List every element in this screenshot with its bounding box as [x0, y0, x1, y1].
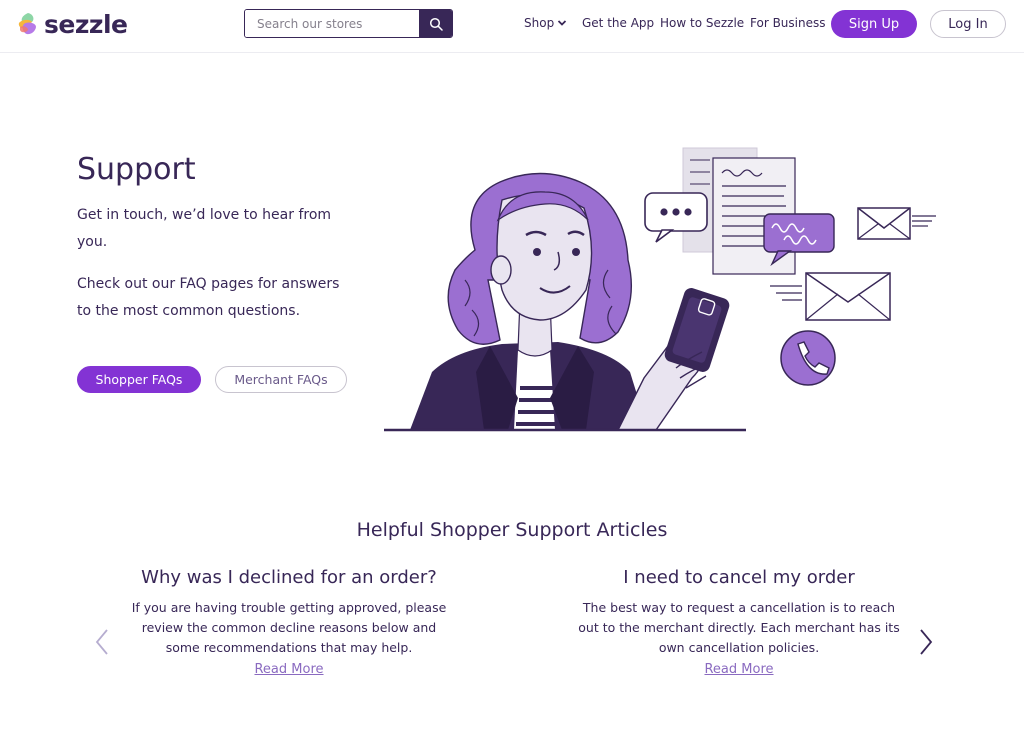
read-more-link[interactable]: Read More [254, 662, 323, 677]
page-title: Support [77, 152, 196, 187]
log-in-button[interactable]: Log In [930, 10, 1006, 38]
shopper-faqs-button[interactable]: Shopper FAQs [77, 366, 201, 393]
search-icon [429, 17, 443, 31]
merchant-faqs-button[interactable]: Merchant FAQs [215, 366, 347, 393]
phone-icon [780, 330, 836, 386]
article-title: Why was I declined for an order? [141, 567, 437, 588]
logo-mark-icon [18, 13, 36, 35]
nav-for-business[interactable]: For Business [750, 16, 825, 30]
read-more-link[interactable]: Read More [704, 662, 773, 677]
support-illustration [384, 147, 936, 432]
hero-intro-text: Get in touch, we’d love to hear from you… [77, 207, 332, 250]
article-card: I need to cancel my order The best way t… [574, 567, 904, 677]
arrow-right-icon[interactable] [918, 627, 934, 657]
article-card: Why was I declined for an order? If you … [124, 567, 454, 677]
article-body: If you are having trouble getting approv… [131, 600, 447, 655]
site-header: sezzle Shop Get the App How to Sezzle Fo… [0, 0, 1024, 53]
article-title: I need to cancel my order [623, 567, 855, 588]
envelope-large-icon [770, 272, 891, 321]
nav-shop-label: Shop [524, 16, 555, 30]
sign-up-button[interactable]: Sign Up [831, 10, 917, 38]
search-button[interactable] [419, 10, 452, 37]
nav-get-the-app[interactable]: Get the App [582, 16, 654, 30]
store-search [244, 9, 453, 38]
arrow-left-icon[interactable] [94, 627, 110, 657]
nav-shop[interactable]: Shop [524, 16, 567, 30]
search-input[interactable] [245, 10, 419, 37]
articles-section-title: Helpful Shopper Support Articles [356, 519, 668, 541]
logo[interactable]: sezzle [16, 9, 128, 39]
nav-how-to-sezzle[interactable]: How to Sezzle [660, 16, 744, 30]
envelope-icon [857, 207, 936, 240]
article-body: The best way to request a cancellation i… [578, 600, 900, 655]
hero-faq-text: Check out our FAQ pages for answers to t… [77, 276, 340, 319]
brand-name: sezzle [44, 9, 128, 39]
chevron-down-icon [558, 20, 567, 26]
